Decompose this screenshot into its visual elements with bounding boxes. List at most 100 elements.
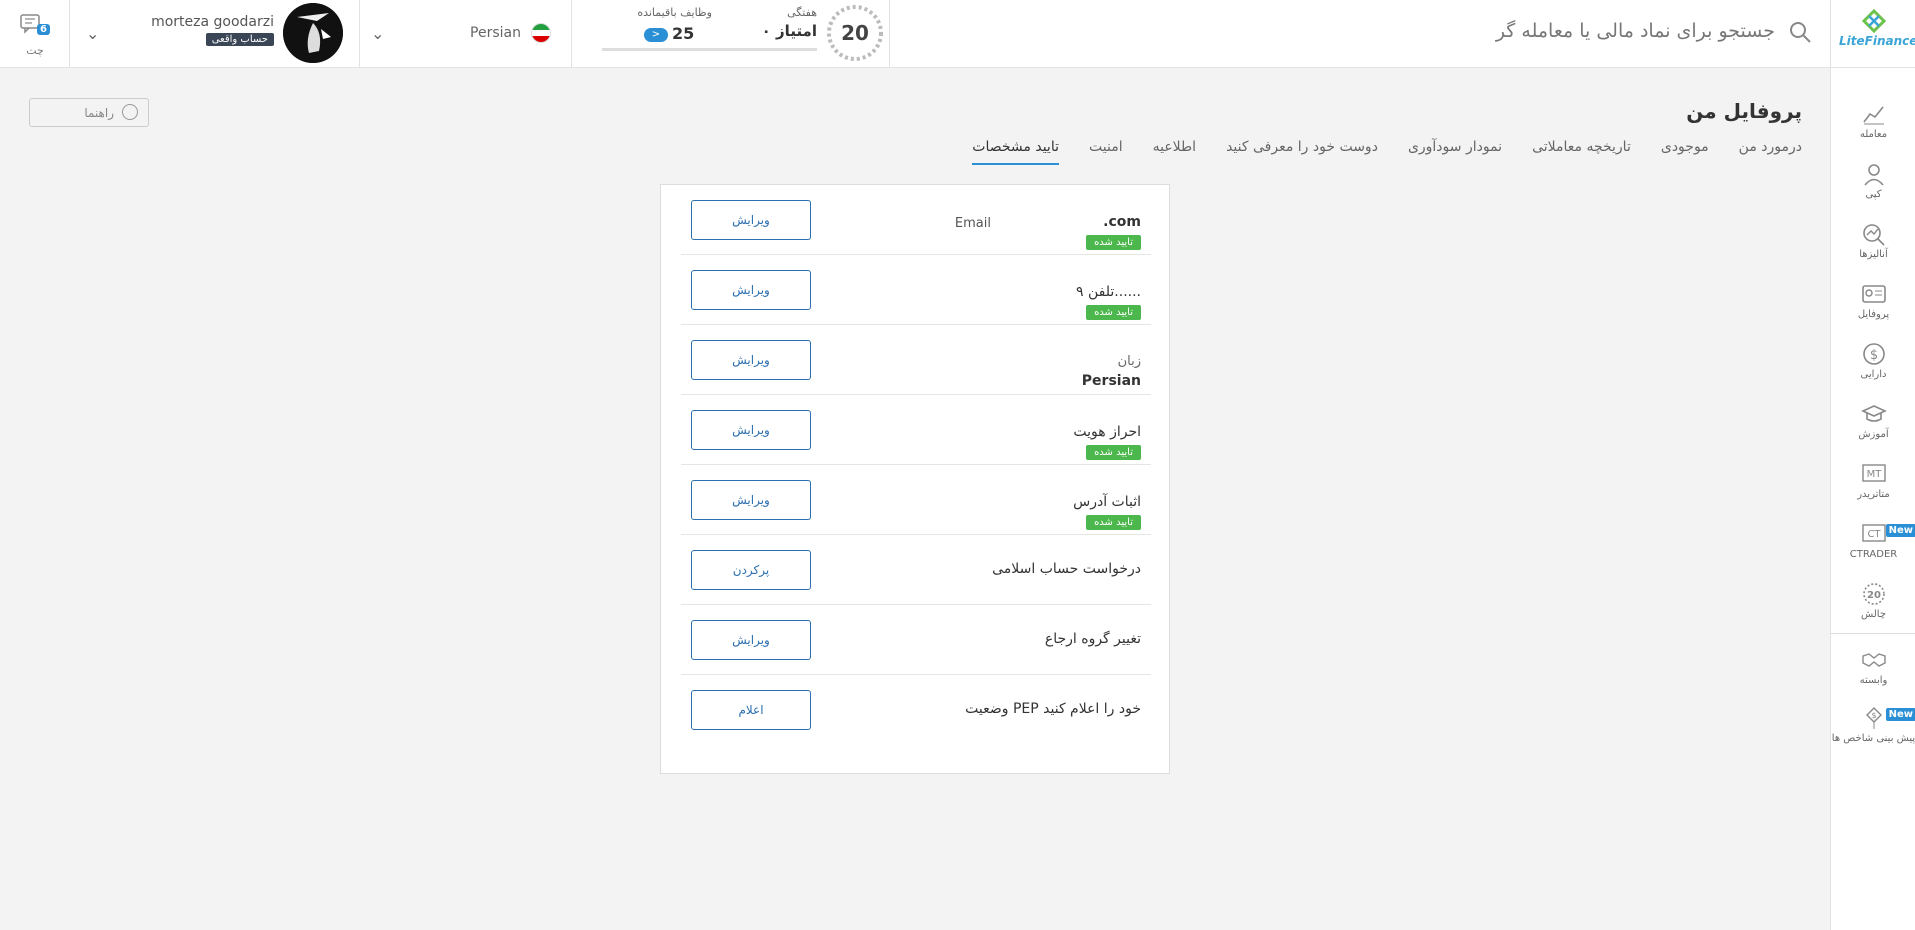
handshake-icon <box>1861 653 1886 667</box>
tasks-arrow-button[interactable]: > <box>644 28 668 42</box>
language-value: Persian <box>1081 373 1141 389</box>
referral-group-row: ویرایش تغییر گروه ارجاع <box>681 605 1151 675</box>
tab-verification[interactable]: تایید مشخصات <box>972 139 1059 165</box>
svg-text:MT: MT <box>1866 469 1882 480</box>
islamic-account-row: پرکردن درخواست حساب اسلامی <box>681 535 1151 605</box>
graduation-cap-icon <box>1860 405 1887 422</box>
page-title: پروفایل من <box>1686 99 1802 123</box>
svg-text:20: 20 <box>1867 590 1881 601</box>
sidebar-item-profile[interactable]: پروفایل <box>1831 282 1915 321</box>
chat-count-badge: 6 <box>37 24 50 35</box>
sidebar-item-copy[interactable]: کپی <box>1831 162 1915 201</box>
week-label: هفتگی <box>787 6 817 19</box>
tab-notification[interactable]: اطلاعیه <box>1153 139 1196 165</box>
islamic-account-label: درخواست حساب اسلامی <box>992 561 1141 577</box>
sidebar-item-ctrader[interactable]: CT CTRADER New <box>1831 522 1915 561</box>
guide-button[interactable]: راهنما <box>29 98 149 127</box>
email-value: .com <box>1103 214 1141 230</box>
challenge-widget[interactable]: وظایف باقیمانده > 25 هفتگی ۰ امتیاز 20 <box>572 0 890 67</box>
search-input[interactable]: جستجو برای نماد مالی یا معامله گر <box>1496 20 1775 42</box>
sidebar-item-label: وابسته <box>1859 675 1888 686</box>
new-badge: New <box>1885 708 1915 721</box>
edit-email-button[interactable]: ویرایش <box>691 200 811 240</box>
sidebar-item-affiliate[interactable]: وابسته <box>1831 648 1915 687</box>
address-label: اثبات آدرس <box>1073 494 1141 510</box>
ct-icon: CT <box>1861 524 1886 542</box>
search-bar[interactable]: جستجو برای نماد مالی یا معامله گر <box>890 0 1830 67</box>
play-icon <box>122 104 138 120</box>
profile-tabs: درمورد من موجودی تاریخچه معاملاتی نمودار… <box>972 139 1802 165</box>
chevron-down-icon[interactable]: ⌄ <box>371 24 384 43</box>
sidebar-item-analysis[interactable]: آنالیزها <box>1831 222 1915 261</box>
pep-status-label: وضعیت PEP خود را اعلام کنید <box>965 701 1141 717</box>
account-name: morteza goodarzi <box>151 14 274 30</box>
sidebar-item-forecast[interactable]: $ پیش بینی شاخص ها New <box>1831 706 1915 745</box>
verification-card: ویرایش Email .com تایید شده ویرایش تلفن … <box>660 184 1170 774</box>
chat-button[interactable]: 6 چت <box>0 0 70 67</box>
search-icon[interactable] <box>1788 20 1812 44</box>
sidebar-item-education[interactable]: آموزش <box>1831 402 1915 441</box>
verified-badge: تایید شده <box>1086 515 1141 530</box>
phone-row: ویرایش تلفن ۹...... تایید شده <box>681 255 1151 325</box>
edit-referral-group-button[interactable]: ویرایش <box>691 620 811 660</box>
new-badge: New <box>1885 524 1915 537</box>
chart-icon <box>1862 106 1884 125</box>
language-selector[interactable]: ⌄ Persian <box>360 0 572 67</box>
top-header: 6 چت ⌄ morteza goodarzi حساب واقعی ⌄ Per… <box>0 0 1915 68</box>
tab-profitability-chart[interactable]: نمودار سودآوری <box>1408 139 1502 165</box>
analysis-icon <box>1862 224 1885 246</box>
pep-status-row: اعلام وضعیت PEP خود را اعلام کنید <box>681 675 1151 745</box>
dollar-icon: $ <box>1862 343 1885 365</box>
sidebar-item-assets[interactable]: $ دارایی <box>1831 342 1915 381</box>
tab-balance[interactable]: موجودی <box>1661 139 1709 165</box>
sidebar-item-metatrader[interactable]: MT متاتریدر <box>1831 462 1915 501</box>
logo[interactable]: LiteFinance <box>1830 0 1915 67</box>
profile-card-icon <box>1861 285 1886 303</box>
challenge-icon: 20 <box>1862 583 1885 605</box>
edit-phone-button[interactable]: ویرایش <box>691 270 811 310</box>
verified-badge: تایید شده <box>1086 235 1141 250</box>
points-value: ۰ امتیاز <box>761 22 817 40</box>
language-row: ویرایش زبان Persian <box>681 325 1151 395</box>
sidebar-item-label: آموزش <box>1858 429 1889 440</box>
identity-label: احراز هویت <box>1073 424 1141 440</box>
chevron-down-icon[interactable]: ⌄ <box>86 24 99 43</box>
forecast-icon: $ <box>1865 707 1882 729</box>
chat-label: چت <box>26 44 44 57</box>
language-label: Persian <box>470 25 521 41</box>
sidebar-item-challenge[interactable]: 20 چالش <box>1831 582 1915 621</box>
referral-group-label: تغییر گروه ارجاع <box>1044 631 1141 647</box>
mt-icon: MT <box>1861 464 1886 482</box>
laurel-badge-icon: 20 <box>827 5 883 61</box>
address-row: ویرایش اثبات آدرس تایید شده <box>681 465 1151 535</box>
tab-refer-friend[interactable]: دوست خود را معرفی کنید <box>1226 139 1378 165</box>
tab-trading-history[interactable]: تاریخچه معاملاتی <box>1532 139 1631 165</box>
email-row: ویرایش Email .com تایید شده <box>681 185 1151 255</box>
logo-text: LiteFinance <box>1839 34 1915 48</box>
iran-flag-icon <box>531 23 551 43</box>
sidebar-item-label: معامله <box>1859 129 1888 140</box>
svg-text:CT: CT <box>1867 529 1881 540</box>
declare-pep-button[interactable]: اعلام <box>691 690 811 730</box>
tasks-label: وظایف باقیمانده <box>637 6 712 19</box>
svg-text:$: $ <box>1871 711 1876 720</box>
svg-text:$: $ <box>1869 348 1877 363</box>
edit-address-button[interactable]: ویرایش <box>691 480 811 520</box>
avatar-image <box>283 3 343 63</box>
edit-language-button[interactable]: ویرایش <box>691 340 811 380</box>
sidebar-item-label: آنالیزها <box>1859 249 1888 260</box>
sidebar-item-trade[interactable]: معامله <box>1831 102 1915 141</box>
avatar[interactable] <box>283 3 343 63</box>
account-menu[interactable]: ⌄ morteza goodarzi حساب واقعی <box>70 0 360 67</box>
verified-badge: تایید شده <box>1086 445 1141 460</box>
phone-value: تلفن ۹...... <box>1076 284 1141 300</box>
verified-badge: تایید شده <box>1086 305 1141 320</box>
tab-about-me[interactable]: درمورد من <box>1739 139 1802 165</box>
fill-islamic-account-button[interactable]: پرکردن <box>691 550 811 590</box>
tasks-progress-bar <box>602 48 817 51</box>
copy-user-icon <box>1863 164 1884 186</box>
tab-security[interactable]: امنیت <box>1089 139 1123 165</box>
email-label: Email <box>954 216 991 231</box>
sidebar-item-label: پیش بینی شاخص ها <box>1831 733 1915 744</box>
edit-identity-button[interactable]: ویرایش <box>691 410 811 450</box>
